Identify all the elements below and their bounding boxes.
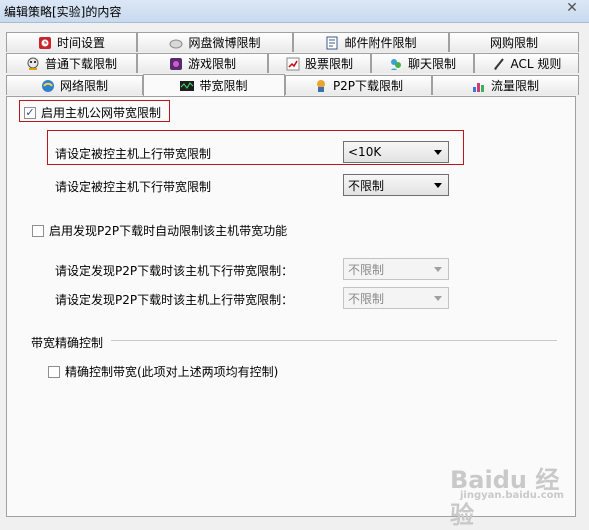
- tab-label: 普通下载限制: [44, 57, 117, 71]
- tab-label: P2P下载限制: [332, 79, 404, 93]
- tab-label: 邮件附件限制: [344, 36, 417, 50]
- p2p-download-limit-label: 请设定发现P2P下载时该主机下行带宽限制：: [55, 264, 294, 278]
- tab-label: 股票限制: [304, 57, 353, 71]
- tab-acl-rules[interactable]: ACL 规则: [474, 53, 579, 73]
- upload-limit-label: 请设定被控主机上行带宽限制: [55, 147, 212, 161]
- download-limit-value: 不限制: [348, 178, 385, 193]
- download-limit-select[interactable]: 不限制: [343, 174, 449, 196]
- stock-icon: [286, 57, 300, 71]
- bandwidth-icon: [180, 79, 195, 93]
- p2p-download-limit-value: 不限制: [348, 262, 385, 277]
- upload-limit-value: <10K: [348, 145, 382, 159]
- game-icon: [169, 57, 183, 71]
- tab-label: 游戏限制: [187, 57, 236, 71]
- tab-label: 网络限制: [59, 79, 108, 93]
- enable-p2p-limit-checkbox[interactable]: 启用发现P2P下载时自动限制该主机带宽功能: [32, 222, 287, 239]
- tab-time-settings[interactable]: 时间设置: [6, 32, 137, 52]
- chevron-down-icon: [434, 150, 442, 155]
- enable-bandwidth-limit-label: 启用主机公网带宽限制: [41, 106, 162, 120]
- download-limit-label: 请设定被控主机下行带宽限制: [55, 180, 212, 194]
- tab-label: 聊天限制: [407, 57, 456, 71]
- tab-label: 网盘微博限制: [188, 36, 261, 50]
- tab-chat[interactable]: 聊天限制: [371, 53, 474, 73]
- precise-control-group-title: 带宽精确控制: [31, 336, 104, 350]
- enable-p2p-limit-label: 启用发现P2P下载时自动限制该主机带宽功能: [49, 224, 288, 238]
- tab-mail-attachment[interactable]: 邮件附件限制: [293, 32, 449, 52]
- checkbox-box[interactable]: [32, 224, 44, 237]
- chevron-down-icon: [434, 267, 442, 272]
- traffic-icon: [472, 79, 486, 93]
- tab-label: 网购限制: [489, 36, 538, 50]
- chevron-down-icon: [434, 296, 442, 301]
- tab-stock[interactable]: 股票限制: [268, 53, 371, 73]
- group-divider: [111, 340, 557, 341]
- checkbox-box[interactable]: ✓: [24, 106, 36, 119]
- precise-control-checkbox[interactable]: 精确控制带宽(此项对上述两项均有控制): [48, 363, 278, 380]
- tab-label: ACL 规则: [510, 57, 562, 71]
- tab-game[interactable]: 游戏限制: [137, 53, 268, 73]
- tab-p2p-download[interactable]: P2P下载限制: [285, 75, 432, 95]
- title-bar: 编辑策略[实验]的内容 ✕: [0, 0, 589, 23]
- p2p-icon: [314, 79, 328, 93]
- tab-label: 带宽限制: [199, 79, 248, 93]
- tab-network[interactable]: 网络限制: [6, 75, 143, 95]
- cloud-icon: [169, 36, 183, 50]
- upload-limit-select[interactable]: <10K: [343, 141, 449, 163]
- tab-panel-bandwidth: ✓ 启用主机公网带宽限制 请设定被控主机上行带宽限制 <10K 请设定被控主机下…: [6, 96, 576, 529]
- time-icon: [38, 36, 52, 50]
- chat-icon: [389, 57, 403, 71]
- p2p-download-limit-select: 不限制: [343, 258, 449, 280]
- p2p-upload-limit-label: 请设定发现P2P下载时该主机上行带宽限制：: [55, 293, 294, 307]
- tab-cloud-weibo[interactable]: 网盘微博限制: [137, 32, 293, 52]
- tab-online-shopping[interactable]: 网购限制: [449, 32, 579, 52]
- tab-traffic[interactable]: 流量限制: [432, 75, 579, 95]
- acl-icon: [492, 57, 506, 71]
- tab-label: 时间设置: [56, 36, 105, 50]
- tab-normal-download[interactable]: 普通下载限制: [6, 53, 137, 73]
- checkbox-box[interactable]: [48, 365, 60, 378]
- window-title: 编辑策略[实验]的内容: [4, 5, 122, 19]
- chevron-down-icon: [434, 183, 442, 188]
- tab-bandwidth[interactable]: 带宽限制: [143, 74, 285, 96]
- baidu-watermark-url: jingyan.baidu.com: [460, 490, 564, 501]
- enable-bandwidth-limit-checkbox[interactable]: ✓ 启用主机公网带宽限制: [24, 104, 161, 121]
- attachment-icon: [325, 36, 339, 50]
- network-icon: [41, 79, 55, 93]
- p2p-upload-limit-value: 不限制: [348, 291, 385, 306]
- tab-label: 流量限制: [490, 79, 539, 93]
- p2p-upload-limit-select: 不限制: [343, 287, 449, 309]
- precise-control-label: 精确控制带宽(此项对上述两项均有控制): [65, 365, 279, 379]
- close-button[interactable]: ✕: [561, 0, 583, 18]
- download-icon: [26, 57, 40, 71]
